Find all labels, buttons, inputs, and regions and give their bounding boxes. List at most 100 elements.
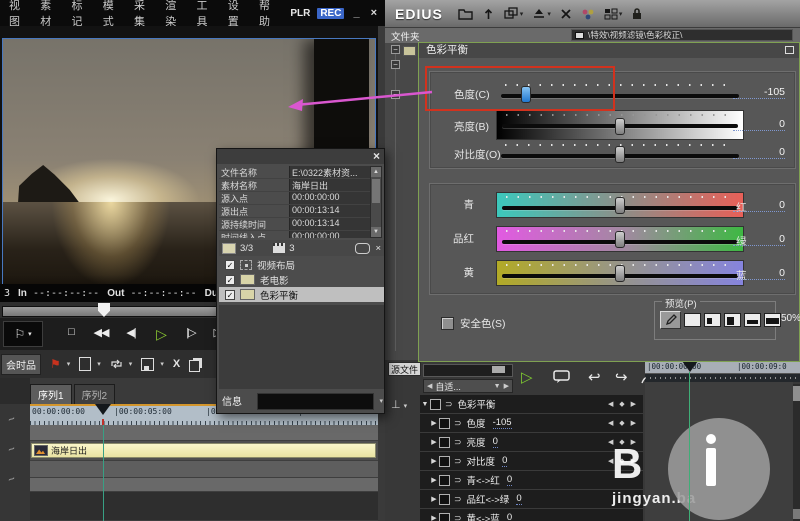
scroll-thumb[interactable]	[372, 179, 380, 203]
menu-item-mode[interactable]: 模式	[103, 0, 121, 29]
tree-collapse-icon[interactable]: −	[391, 60, 400, 69]
maximize-icon[interactable]	[785, 46, 794, 54]
kf-row-brightness[interactable]: ▶ ⊃ 亮度 0 ◀ ◆ ▶	[420, 433, 643, 452]
checkbox-checked-icon[interactable]: ✓	[225, 290, 235, 300]
kf-playhead-triangle[interactable]	[682, 361, 698, 372]
close-icon[interactable]: ×	[373, 149, 380, 164]
chroma-value[interactable]: -105	[733, 86, 785, 99]
prev-frame-button[interactable]: ◀|	[117, 326, 145, 343]
safe-color-checkbox[interactable]	[441, 317, 454, 330]
chroma-slider-handle[interactable]	[521, 86, 531, 103]
yellow-blue-slider[interactable]	[496, 260, 744, 286]
timeline-clip[interactable]: 海岸日出	[31, 443, 376, 458]
kf-param-value[interactable]: -105	[493, 417, 512, 429]
kf-nav-buttons[interactable]: ◀ ◆ ▶	[608, 400, 638, 408]
preview-layout-left-button[interactable]	[704, 313, 721, 327]
close-button[interactable]: ×	[369, 7, 379, 19]
contrast-slider[interactable]	[496, 141, 744, 166]
filter-item-old-movie[interactable]: ✓ 老电影	[219, 272, 384, 287]
tree-collapse-icon[interactable]: −	[391, 45, 400, 54]
kf-undo-icon[interactable]: ↩	[588, 368, 601, 386]
dialog-titlebar[interactable]: 色彩平衡	[419, 43, 799, 58]
color-palette-icon[interactable]	[581, 8, 595, 20]
copy-icon[interactable]	[189, 357, 200, 372]
contrast-value[interactable]: 0	[733, 146, 785, 159]
cyan-red-value[interactable]: 0	[733, 199, 785, 212]
playhead-triangle[interactable]	[95, 404, 111, 415]
export-icon[interactable]: ▾	[532, 7, 551, 20]
chevron-down-icon[interactable]: ▾	[379, 397, 383, 405]
expander-icon[interactable]: ▶	[429, 514, 439, 521]
arrow-right-icon[interactable]: ▶	[504, 382, 509, 390]
magenta-green-value[interactable]: 0	[733, 233, 785, 246]
cyan-red-handle[interactable]	[615, 197, 625, 214]
effects-breadcrumb[interactable]: \特效\视频滤镜\色彩校正\	[571, 29, 793, 41]
lock-icon[interactable]	[631, 7, 643, 21]
kf-checkbox[interactable]	[439, 456, 450, 467]
reset-icon[interactable]: ⊃	[454, 418, 462, 429]
menu-item-help[interactable]: 帮助	[259, 0, 277, 29]
reset-icon[interactable]: ⊃	[454, 475, 462, 486]
kf-row-magenta-green[interactable]: ▶ ⊃ 品红<->绿 0	[420, 490, 643, 509]
playhead-line[interactable]	[103, 425, 104, 521]
kf-redo-icon[interactable]: ↪	[615, 368, 628, 386]
expander-icon[interactable]: ▶	[429, 476, 439, 484]
keyframe-timeline-area[interactable]	[645, 382, 793, 521]
expander-icon[interactable]: ▶	[429, 495, 439, 503]
kf-nav-buttons[interactable]: ◀ ◆ ▶	[608, 438, 638, 446]
slider-track[interactable]	[501, 94, 739, 98]
film-reel-icon[interactable]	[355, 243, 370, 254]
filter-item-color-balance[interactable]: ✓ 色彩平衡	[219, 287, 384, 302]
rewind-button[interactable]: ◀◀	[87, 326, 115, 343]
arrow-left-icon[interactable]: ◀	[427, 382, 432, 390]
kf-checkbox[interactable]	[430, 399, 441, 410]
brightness-value[interactable]: 0	[733, 118, 785, 131]
expander-icon[interactable]: ▶	[429, 457, 439, 465]
kf-checkbox[interactable]	[439, 418, 450, 429]
track-sync-icon[interactable]: ~	[5, 411, 17, 427]
sequence-chip[interactable]: 会时品	[1, 354, 41, 375]
kf-monitor-icon[interactable]	[553, 370, 570, 387]
keyframe-tool-icon[interactable]: ⊥ ▾	[391, 398, 407, 411]
kf-param-value[interactable]: 0	[507, 512, 512, 521]
track-row[interactable]	[30, 492, 378, 521]
menu-item-tools[interactable]: 工具	[197, 0, 215, 29]
contrast-slider-handle[interactable]	[615, 146, 625, 163]
minimize-button[interactable]: _	[351, 7, 361, 19]
chroma-slider[interactable]	[496, 81, 744, 106]
kf-scrollbar[interactable]	[793, 384, 800, 521]
menu-item-view[interactable]: 视图	[9, 0, 27, 29]
menu-item-capture[interactable]: 采集	[134, 0, 152, 29]
brightness-slider[interactable]	[496, 110, 744, 140]
kf-row-color-balance[interactable]: ▼ ⊃ 色彩平衡 ◀ ◆ ▶	[420, 395, 643, 414]
kf-param-value[interactable]: 0	[507, 474, 512, 486]
kf-checkbox[interactable]	[439, 513, 450, 521]
menu-item-marker[interactable]: 标记	[72, 0, 90, 29]
zoom-slider-handle[interactable]	[492, 366, 505, 373]
preview-pencil-button[interactable]	[660, 311, 681, 329]
kf-checkbox[interactable]	[439, 475, 450, 486]
scroll-up-icon[interactable]: ▲	[371, 167, 381, 177]
play-button[interactable]: ▷	[147, 326, 175, 343]
menu-item-clip[interactable]: 素材	[40, 0, 58, 29]
info-titlebar[interactable]: ×	[217, 149, 384, 164]
kf-checkbox[interactable]	[439, 437, 450, 448]
kf-row-chroma[interactable]: ▶ ⊃ 色度 -105 ◀ ◆ ▶	[420, 414, 643, 433]
duplicate-icon[interactable]: ▾	[504, 7, 524, 20]
preview-zoom-level[interactable]: 50%	[781, 313, 800, 324]
preview-layout-full-button[interactable]	[684, 313, 701, 327]
cyan-red-slider[interactable]	[496, 192, 744, 218]
next-frame-button[interactable]: |▷	[177, 326, 205, 343]
track-row[interactable]	[30, 461, 378, 478]
kf-play-button[interactable]: ▷	[521, 368, 533, 386]
reset-icon[interactable]: ⊃	[454, 456, 462, 467]
kf-nav-buttons[interactable]: ◀ ◆ ▶	[608, 419, 638, 427]
chevron-down-icon[interactable]: ▼	[494, 383, 501, 390]
delete-icon[interactable]	[560, 8, 572, 20]
track-row[interactable]	[30, 425, 378, 441]
source-file-button[interactable]: 源文件	[388, 362, 421, 376]
kf-param-value[interactable]: 0	[516, 493, 521, 505]
keyframe-ruler[interactable]: |00:00:00:00 |00:00:09:0	[645, 361, 800, 382]
replace-icon[interactable]	[110, 358, 123, 370]
keyframe-zoom-slider[interactable]	[423, 364, 513, 377]
